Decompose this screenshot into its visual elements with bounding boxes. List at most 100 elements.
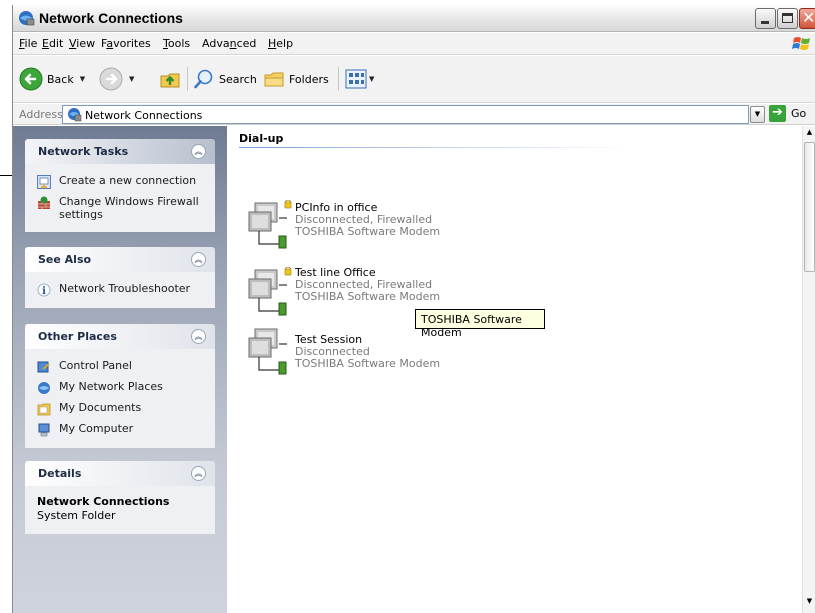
up-folder-button[interactable] bbox=[158, 65, 182, 93]
task-label: Control Panel bbox=[59, 359, 132, 372]
other-places-header[interactable]: Other Places ︽ bbox=[25, 324, 215, 349]
menu-edit[interactable]: Edit bbox=[42, 37, 63, 50]
views-grid-icon bbox=[345, 69, 367, 89]
folders-icon bbox=[264, 72, 284, 87]
address-label: Address bbox=[19, 108, 63, 121]
address-input[interactable]: Network Connections bbox=[62, 105, 749, 124]
network-tasks-header[interactable]: Network Tasks ︽ bbox=[25, 139, 215, 164]
search-button[interactable]: Search bbox=[193, 65, 257, 93]
toolbar-separator bbox=[338, 67, 339, 91]
address-value: Network Connections bbox=[85, 109, 203, 122]
control-panel-icon bbox=[37, 361, 50, 373]
place-my-network-places[interactable]: My Network Places bbox=[25, 377, 215, 398]
task-label: Change Windows Firewall settings bbox=[59, 195, 199, 221]
menu-help[interactable]: Help bbox=[268, 37, 293, 50]
task-create-new-connection[interactable]: Create a new connection bbox=[25, 171, 215, 192]
scroll-down-icon[interactable]: ▼ bbox=[803, 597, 815, 611]
panel-title: Details bbox=[38, 467, 82, 480]
see-also-panel: See Also ︽ i Network Troubleshooter bbox=[25, 247, 215, 308]
up-folder-icon bbox=[160, 73, 180, 88]
place-control-panel[interactable]: Control Panel bbox=[25, 356, 215, 377]
connection-device: TOSHIBA Software Modem bbox=[295, 290, 441, 303]
go-label: Go bbox=[791, 107, 807, 120]
chevron-down-icon[interactable]: ▼ bbox=[80, 75, 85, 83]
views-button[interactable]: ▼ bbox=[345, 65, 374, 93]
connection-item[interactable]: PCInfo in office Disconnected, Firewalle… bbox=[239, 200, 539, 252]
menu-file[interactable]: File bbox=[19, 37, 37, 50]
collapse-chevron-icon[interactable]: ︽ bbox=[191, 144, 206, 159]
minimize-button[interactable] bbox=[755, 8, 776, 29]
collapse-chevron-icon[interactable]: ︽ bbox=[191, 329, 206, 344]
dialup-connection-icon bbox=[248, 267, 292, 316]
back-label: Back bbox=[47, 72, 74, 86]
task-label: My Network Places bbox=[59, 380, 163, 393]
maximize-button[interactable] bbox=[777, 8, 798, 29]
go-arrow-icon: ➔ bbox=[769, 105, 786, 122]
panel-title: Network Tasks bbox=[38, 145, 129, 158]
search-icon bbox=[194, 69, 213, 89]
device-tooltip: TOSHIBA Software Modem bbox=[415, 309, 545, 339]
chevron-down-icon[interactable]: ▼ bbox=[129, 75, 134, 83]
dialup-connection-icon bbox=[248, 328, 287, 375]
back-button[interactable]: Back ▼ bbox=[19, 65, 85, 93]
details-type: System Folder bbox=[37, 509, 116, 522]
panel-title: Other Places bbox=[38, 330, 117, 343]
firewall-icon bbox=[38, 196, 50, 209]
toolbar: Back ▼ ▼ Search Folders ▼ bbox=[13, 56, 815, 103]
network-tasks-body: Create a new connection Change Windows F… bbox=[25, 164, 215, 232]
menu-favorites[interactable]: Favorites bbox=[101, 37, 151, 50]
menu-tools[interactable]: Tools bbox=[163, 37, 190, 50]
new-connection-icon bbox=[37, 175, 51, 189]
network-tasks-panel: Network Tasks ︽ Create a new connection bbox=[25, 139, 215, 232]
menu-bar: File Edit View Favorites Tools Advanced … bbox=[13, 33, 815, 55]
collapse-chevron-icon[interactable]: ︽ bbox=[191, 466, 206, 481]
task-network-troubleshooter[interactable]: i Network Troubleshooter bbox=[25, 279, 215, 300]
other-places-body: Control Panel My Network Places My Docum… bbox=[25, 349, 215, 448]
menu-advanced[interactable]: Advanced bbox=[202, 37, 256, 50]
go-button[interactable]: ➔ Go bbox=[769, 105, 806, 122]
dialup-connection-icon bbox=[248, 200, 292, 249]
task-change-firewall-settings[interactable]: Change Windows Firewall settings bbox=[25, 192, 215, 224]
computer-icon bbox=[38, 423, 50, 437]
task-label: My Computer bbox=[59, 422, 134, 435]
connection-item[interactable]: Test Session Disconnected TOSHIBA Softwa… bbox=[239, 326, 539, 378]
maximize-icon bbox=[782, 13, 793, 23]
connection-text: PCInfo in office Disconnected, Firewalle… bbox=[295, 202, 440, 238]
scroll-thumb[interactable] bbox=[804, 142, 815, 272]
network-connections-icon bbox=[68, 108, 82, 122]
menu-view[interactable]: View bbox=[69, 37, 95, 50]
details-header[interactable]: Details ︽ bbox=[25, 461, 215, 486]
collapse-chevron-icon[interactable]: ︽ bbox=[191, 252, 206, 267]
vertical-scrollbar[interactable]: ▲ ▼ bbox=[802, 126, 815, 613]
documents-folder-icon bbox=[37, 403, 51, 416]
file-list[interactable]: Dial-up PCInfo in office Disconnected, F… bbox=[227, 126, 802, 613]
minimize-icon bbox=[761, 21, 769, 24]
forward-button[interactable]: ▼ bbox=[99, 65, 134, 93]
place-my-documents[interactable]: My Documents bbox=[25, 398, 215, 419]
see-also-header[interactable]: See Also ︽ bbox=[25, 247, 215, 272]
close-icon: ✕ bbox=[802, 8, 815, 27]
info-icon: i bbox=[37, 283, 51, 297]
svg-text:i: i bbox=[42, 286, 46, 297]
address-bar: Address Network Connections ▼ ➔ Go bbox=[13, 104, 815, 125]
connection-text: Test Session Disconnected TOSHIBA Softwa… bbox=[295, 334, 440, 370]
close-button[interactable]: ✕ bbox=[799, 8, 815, 29]
folders-button[interactable]: Folders bbox=[263, 65, 329, 93]
search-label: Search bbox=[219, 72, 257, 86]
chevron-down-icon: ▼ bbox=[754, 110, 761, 118]
task-label: Network Troubleshooter bbox=[59, 282, 191, 295]
chevron-down-icon[interactable]: ▼ bbox=[369, 75, 374, 83]
details-body: Network Connections System Folder bbox=[25, 486, 215, 534]
details-name: Network Connections bbox=[37, 495, 170, 508]
connection-text: Test line Office Disconnected, Firewalle… bbox=[295, 267, 440, 303]
window-title: Network Connections bbox=[39, 10, 183, 26]
scroll-up-icon[interactable]: ▲ bbox=[803, 128, 815, 142]
place-my-computer[interactable]: My Computer bbox=[25, 419, 215, 440]
address-dropdown-button[interactable]: ▼ bbox=[750, 106, 765, 123]
details-panel: Details ︽ Network Connections System Fol… bbox=[25, 461, 215, 534]
toolbar-separator bbox=[187, 67, 188, 91]
connection-device: TOSHIBA Software Modem bbox=[295, 225, 441, 238]
folders-label: Folders bbox=[289, 72, 329, 86]
group-divider bbox=[239, 147, 629, 148]
title-bar[interactable]: Network Connections ✕ bbox=[13, 5, 815, 32]
